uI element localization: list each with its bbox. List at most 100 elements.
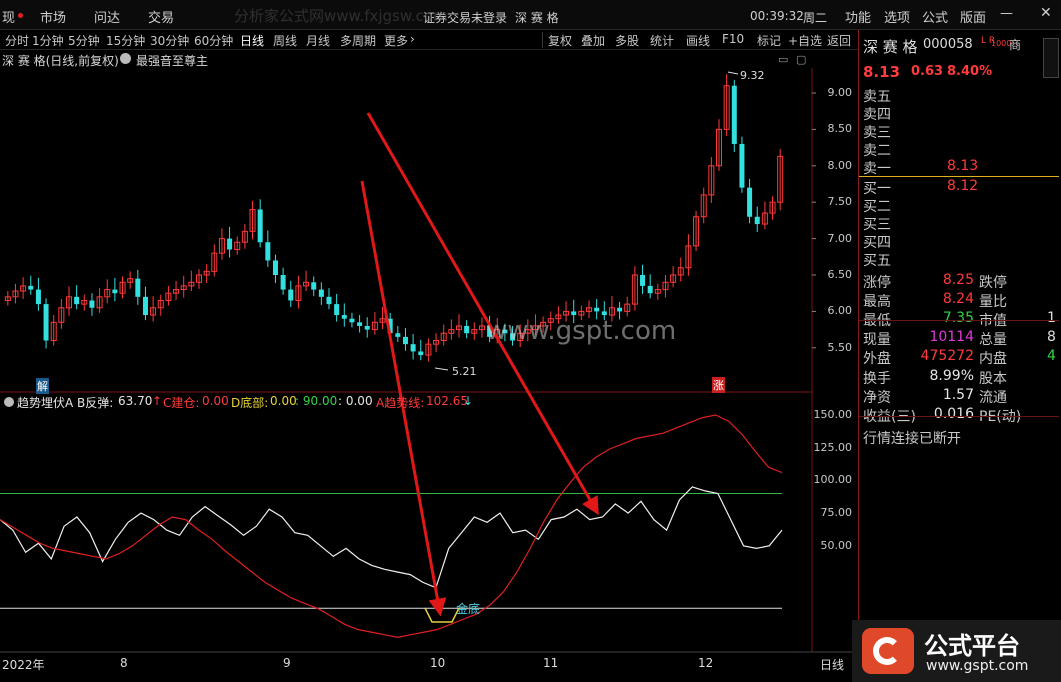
period-monthly[interactable]: 月线 xyxy=(306,32,330,49)
stat-label-2: 总量 xyxy=(979,332,1007,348)
clock: 00:39:32 xyxy=(750,9,804,23)
period-60min[interactable]: 60分钟 xyxy=(194,32,233,49)
candle-body-down xyxy=(349,318,355,323)
menu-market[interactable]: 市场 xyxy=(40,7,66,26)
stat-value: 8.24 xyxy=(942,291,974,307)
candle-body-down xyxy=(571,311,577,316)
low-price-label: 5.21 xyxy=(452,365,477,378)
candle-body-down xyxy=(747,187,753,217)
status-dot xyxy=(18,13,23,18)
legend-b-label: B反弹: xyxy=(77,396,114,410)
menu-layout[interactable]: 版面 xyxy=(960,7,986,26)
stat-value: 10114 xyxy=(929,329,974,345)
price-tick-label: 7.00 xyxy=(827,231,853,245)
period-fenshi[interactable]: 分时 xyxy=(5,32,29,49)
tool-draw[interactable]: 画线 xyxy=(686,32,710,49)
period-daily[interactable]: 日线 xyxy=(240,32,264,49)
indicator-settings-icon[interactable] xyxy=(4,397,14,407)
candle-body-down xyxy=(594,307,600,312)
tool-f10[interactable]: F10 xyxy=(722,32,744,46)
date-tick-label: 10 xyxy=(430,656,446,670)
menu-fragment[interactable]: 现 xyxy=(2,7,15,26)
candle-body-down xyxy=(265,242,271,261)
legend-a-label: A趋势线: xyxy=(376,396,425,410)
indicator-tick-label: 150.00 xyxy=(813,408,853,421)
tool-fuquan[interactable]: 复权 xyxy=(548,32,572,49)
sell-level-price: 8.13 xyxy=(947,158,979,174)
close-icon[interactable]: ✕ xyxy=(1040,5,1052,21)
price-tick-label: 6.00 xyxy=(827,304,853,318)
logo-mark xyxy=(862,628,914,674)
menu-wenda[interactable]: 问达 xyxy=(94,7,120,26)
period-multi[interactable]: 多周期 xyxy=(340,32,376,49)
price-tick-label: 9.00 xyxy=(827,86,853,99)
bid-ask-divider xyxy=(859,176,1059,177)
watermark-center: www.gspt.com xyxy=(486,316,677,346)
quote-stock-name: 深 赛 格 xyxy=(863,38,918,56)
mark-jie[interactable]: 解 xyxy=(36,378,49,394)
indicator-tick-label: 100.00 xyxy=(813,473,853,487)
candle-body-down xyxy=(731,85,737,144)
formula-settings-icon[interactable] xyxy=(120,53,131,64)
candle-body-down xyxy=(35,289,41,305)
chevron-right-icon[interactable]: › xyxy=(410,32,415,46)
indicator-b-line xyxy=(0,486,783,589)
minimize-icon[interactable]: — xyxy=(1000,6,1013,21)
quote-price: 8.13 xyxy=(863,63,901,81)
stat2-value: 8.99% xyxy=(929,368,974,384)
candle-body-down xyxy=(418,351,424,356)
tool-statistics[interactable]: 统计 xyxy=(650,32,674,49)
panel-scroll-button[interactable] xyxy=(1043,38,1059,78)
panel-divider xyxy=(859,416,1059,417)
tool-add-watchlist[interactable]: +自选 xyxy=(788,32,822,49)
gspt-logo: 公式平台 www.gspt.com xyxy=(852,620,1061,682)
menu-function[interactable]: 功能 xyxy=(845,7,871,26)
panel-max-icon[interactable]: ▢ xyxy=(796,53,806,66)
stat-label-2: 跌停 xyxy=(979,275,1007,291)
period-15min[interactable]: 15分钟 xyxy=(106,32,145,49)
menu-options[interactable]: 选项 xyxy=(884,7,910,26)
tool-overlay[interactable]: 叠加 xyxy=(581,32,605,49)
tool-back[interactable]: 返回 xyxy=(827,32,851,49)
indicator-name[interactable]: 趋势埋伏A xyxy=(17,394,73,411)
period-30min[interactable]: 30分钟 xyxy=(150,32,189,49)
candle-body-down xyxy=(395,333,401,337)
stat-value: 475272 xyxy=(920,348,974,364)
annotation-arrow-right xyxy=(366,112,599,516)
quote-stats-secondary: 换手 8.99% 股本 净资 1.57 流通 收益(三) 0.016 PE(动) xyxy=(859,366,1061,426)
candle-body-down xyxy=(74,296,80,305)
stat2-value: 1.57 xyxy=(942,387,974,403)
period-1min[interactable]: 1分钟 xyxy=(32,32,64,49)
period-tag[interactable]: 日线 xyxy=(820,656,844,673)
formula-name[interactable]: 最强音至尊主 xyxy=(136,52,208,69)
tool-multistock[interactable]: 多股 xyxy=(615,32,639,49)
low-label-pointer xyxy=(434,367,449,371)
stat-value-2: 8 xyxy=(1047,329,1056,345)
panel-tab-fragment[interactable]: 商 xyxy=(1009,36,1021,53)
date-tick-label: 9 xyxy=(283,656,291,670)
candle-body-down xyxy=(112,289,118,294)
mark-zhang[interactable]: 涨 xyxy=(712,377,725,393)
menu-formula[interactable]: 公式 xyxy=(922,7,948,26)
tool-mark[interactable]: 标记 xyxy=(757,32,781,49)
price-axis: 9.00 8.50 8.00 7.50 7.00 6.50 6.00 5.50 xyxy=(812,68,858,398)
candle-body-down xyxy=(272,260,278,275)
candle-body-down xyxy=(227,238,233,250)
toolbar-divider xyxy=(542,32,543,48)
golden-bottom-marker xyxy=(424,607,460,623)
menu-trade[interactable]: 交易 xyxy=(148,7,174,26)
period-weekly[interactable]: 周线 xyxy=(273,32,297,49)
legend-d-value: 0.00 xyxy=(270,394,297,408)
buy-level-price: 8.12 xyxy=(947,178,979,194)
indicator-axis: 150.00 125.00 100.00 75.00 50.00 xyxy=(812,398,858,648)
legend-b-arrow: ↑ xyxy=(152,394,163,408)
chart-title: 深 赛 格(日线,前复权) xyxy=(2,54,119,68)
period-more[interactable]: 更多 xyxy=(384,32,408,49)
period-5min[interactable]: 5分钟 xyxy=(68,32,100,49)
date-tick-label: 8 xyxy=(120,656,128,670)
candle-body-down xyxy=(357,322,363,326)
price-tick-label: 8.50 xyxy=(827,122,853,136)
indicator-series xyxy=(0,414,783,639)
panel-resize-icon[interactable]: ▭ xyxy=(778,53,788,66)
kline-chart[interactable] xyxy=(0,68,858,682)
